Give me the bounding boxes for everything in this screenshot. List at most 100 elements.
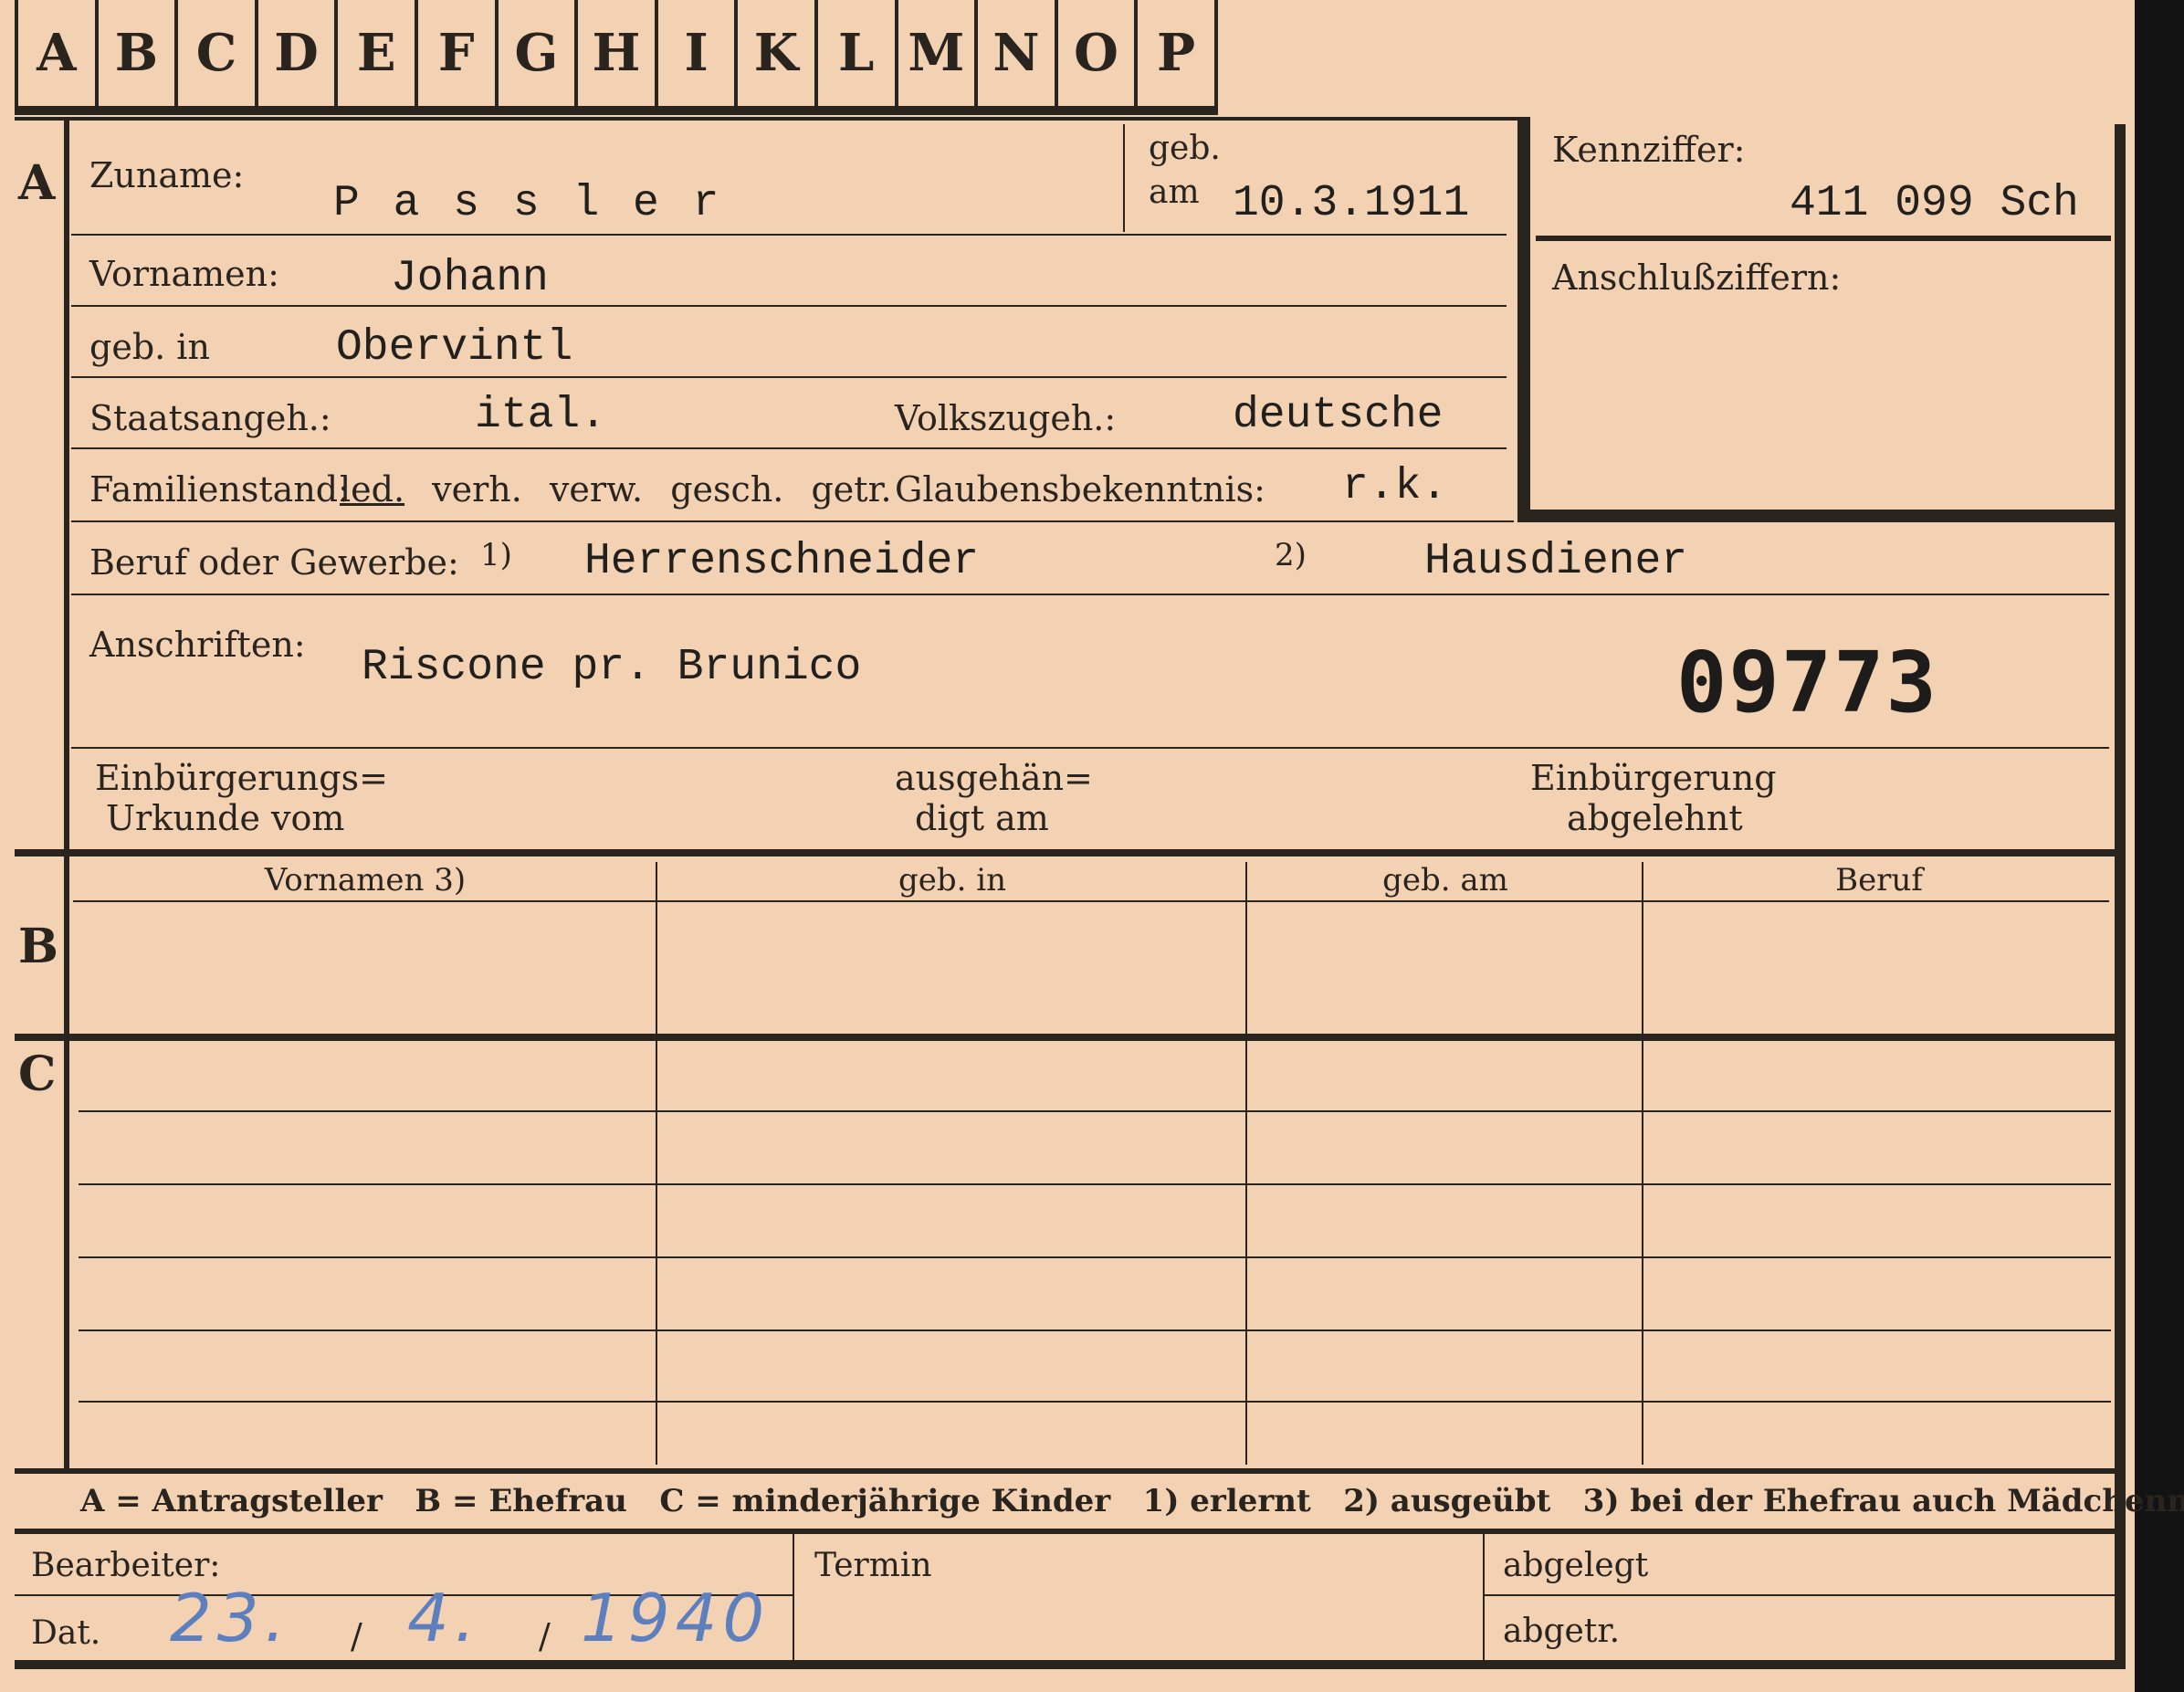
bearbeiter-label: Bearbeiter: [31,1547,221,1584]
familienstand-options: led. verh. verw. gesch. getr. [340,469,892,510]
date-day: 23. [170,1580,291,1656]
col-header-gebam: geb. am [1382,862,1508,899]
anschrift-label: Anschriften: [89,625,306,665]
tab-letter-k[interactable]: K [738,0,818,115]
gebin-value: Obervintl [336,323,573,373]
einb-label-2: Urkunde vom [106,798,345,838]
fam-option-gesch: gesch. [670,469,784,510]
section-a-marker: A [18,155,56,211]
gebin-label: geb. in [89,327,210,367]
tab-letter-h[interactable]: H [578,0,658,115]
section-a-bottom [15,849,2115,857]
col-sep-2 [1245,862,1247,1465]
vornamen-value: Johann [391,254,549,303]
row-line-3 [71,376,1507,378]
tab-letter-i[interactable]: I [657,0,739,115]
familienstand-label: Familienstand: [89,469,350,510]
date-sep-2: / [539,1616,551,1656]
vornamen-label: Vornamen: [89,254,279,294]
kennziffer-divider [1536,236,2111,241]
tab-letter-d[interactable]: D [257,0,339,115]
date-month: 4. [407,1580,481,1656]
footer-sep-2 [1483,1534,1485,1662]
geb-am-label-2: am [1149,173,1200,211]
kennziffer-box-left [1517,121,1530,522]
footer-sep-1 [793,1534,794,1662]
date-year: 1940 [581,1580,771,1656]
zuname-value: P a s s l e r [333,179,723,228]
section-b-marker: B [18,919,58,974]
row-line-1 [71,234,1507,236]
col-header-gebin: geb. in [898,862,1007,899]
volk-label: Volkszugeh.: [895,398,1117,438]
table-c-line-4 [79,1329,2111,1331]
beruf-value-1: Herrenschneider [584,537,980,586]
kennziffer-value: 411 099 Sch [1790,179,2079,228]
beruf-value-2: Hausdiener [1424,537,1688,586]
dat-label: Dat. [31,1614,101,1652]
row-line-4 [71,447,1507,449]
table-c-line-1 [79,1110,2111,1112]
legend: A = Antragsteller B = Ehefrau C = minder… [80,1483,2184,1519]
tab-letter-f[interactable]: F [417,0,499,115]
section-b-bottom [15,1034,2115,1041]
section-c-bottom [15,1468,2115,1474]
anschluss-label: Anschlußziffern: [1552,257,1842,298]
abgelegt-label: abgelegt [1503,1547,1649,1584]
alphabet-tabs: ABCDEFGHIKLMNOP [15,0,1218,115]
tab-letter-l[interactable]: L [817,0,898,115]
fam-option-verw: verw. [549,469,644,510]
legend-bottom [15,1529,2115,1534]
section-c-marker: C [18,1046,57,1102]
abgelegt-line [1485,1594,2115,1596]
right-frame [2115,124,2126,1667]
tab-letter-b[interactable]: B [98,0,179,115]
beruf-mark-2: 2) [1275,537,1307,573]
top-frame [15,117,1530,121]
fam-option-getr: getr. [811,469,892,510]
ausg-label-1: ausgehän= [895,758,1093,798]
date-sep-1: / [351,1616,362,1656]
table-c-line-5 [79,1401,2111,1403]
table-c-line-2 [79,1183,2111,1185]
zuname-divider [1123,124,1125,232]
row-line-6 [71,594,2109,595]
geb-am-label-1: geb. [1149,130,1221,167]
col-header-vornamen: Vornamen 3) [264,862,467,899]
col-sep-1 [656,862,657,1465]
table-b-header-line [73,900,2109,902]
tab-letter-m[interactable]: M [898,0,979,115]
stamp-number: 09773 [1676,634,1938,731]
tab-letter-o[interactable]: O [1057,0,1139,115]
kennziffer-box-bottom [1517,510,2115,522]
tab-letter-a[interactable]: A [15,0,99,115]
staat-value: ital. [475,391,607,440]
beruf-mark-1: 1) [480,537,512,573]
table-c-line-3 [79,1256,2111,1258]
tab-letter-n[interactable]: N [978,0,1058,115]
geb-am-value: 10.3.1911 [1233,179,1470,228]
fam-option-led: led. [340,469,405,510]
row-line-5 [71,520,1514,522]
fam-option-verh: verh. [432,469,522,510]
col-sep-3 [1642,862,1643,1465]
beruf-label: Beruf oder Gewerbe: [89,542,459,583]
glaube-label: Glaubensbekenntnis: [895,469,1265,510]
einb-label-1: Einbürgerungs= [95,758,388,798]
left-frame [64,119,69,1470]
glaube-value: r.k. [1342,462,1448,511]
tab-letter-g[interactable]: G [498,0,579,115]
tab-letter-e[interactable]: E [338,0,418,115]
abgel-label-2: abgelehnt [1567,798,1743,838]
ausg-label-2: digt am [915,798,1049,838]
zuname-label: Zuname: [89,155,245,195]
row-line-7 [71,747,2109,749]
tab-letter-c[interactable]: C [178,0,258,115]
abgetr-label: abgetr. [1503,1613,1621,1650]
tab-letter-p[interactable]: P [1138,0,1218,115]
staat-label: Staatsangeh.: [89,398,331,438]
termin-label: Termin [814,1547,932,1584]
anschrift-value: Riscone pr. Brunico [362,643,862,692]
volk-value: deutsche [1233,391,1444,440]
kennziffer-label: Kennziffer: [1552,130,1746,170]
